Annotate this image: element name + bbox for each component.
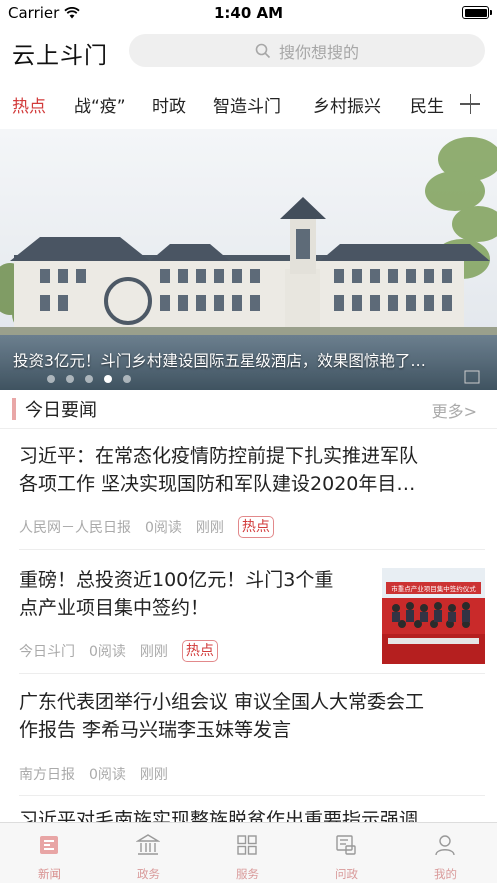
- thumbnail-banner-text: 市重点产业项目集中签约仪式: [391, 584, 476, 593]
- news-title-line: 重磅！总投资近100亿元！斗门3个重: [19, 569, 334, 591]
- search-input[interactable]: 搜你想搜的: [129, 34, 485, 67]
- news-reads: 0阅读: [145, 520, 182, 536]
- channel-tabs: 热点 战“疫” 时政 智造斗门 乡村振兴 民生: [0, 80, 497, 126]
- carousel-dot[interactable]: [66, 375, 74, 383]
- section-title: 今日要闻: [25, 400, 97, 421]
- status-time: 1:40 AM: [213, 4, 284, 22]
- nav-inquiry[interactable]: 问政: [297, 823, 396, 883]
- news-time: 刚刚: [195, 520, 224, 536]
- app-header: 云上斗门 搜你想搜的: [0, 26, 497, 78]
- hot-badge: 热点: [181, 640, 218, 662]
- banner-caption: 投资3亿元！斗门乡村建设国际五星级酒店，效果图惊艳了…: [13, 352, 426, 370]
- news-time: 刚刚: [139, 767, 168, 783]
- news-title-line: 广东代表团举行小组会议 审议全国人大常委会工: [19, 691, 425, 713]
- news-meta: 南方日报 0阅读 刚刚: [19, 764, 182, 784]
- divider: [19, 549, 485, 550]
- news-icon: [40, 836, 58, 854]
- search-placeholder: 搜你想搜的: [278, 42, 359, 62]
- news-reads: 0阅读: [89, 767, 126, 783]
- news-reads: 0阅读: [89, 644, 126, 660]
- section-header: 今日要闻 更多>: [0, 392, 497, 426]
- nav-label: 新闻: [38, 867, 61, 881]
- news-title-line: 点产业项目集中签约！: [19, 597, 210, 619]
- news-thumbnail: 市重点产业项目集中签约仪式: [382, 568, 485, 664]
- news-title-line: 各项工作 坚决实现国防和军队建设2020年目…: [19, 473, 416, 495]
- tab-politics[interactable]: 时政: [152, 92, 186, 117]
- carousel-dot[interactable]: [47, 375, 55, 383]
- section-accent-bar: [12, 398, 16, 420]
- news-title-line: 作报告 李希马兴瑞李玉妹等发言: [19, 719, 292, 741]
- tab-epidemic[interactable]: 战“疫”: [74, 92, 126, 117]
- hot-badge: 热点: [237, 516, 274, 538]
- app-title: 云上斗门: [12, 43, 108, 69]
- news-title-line: 习近平：在常态化疫情防控前提下扎实推进军队: [19, 445, 419, 467]
- nav-label: 服务: [236, 867, 259, 881]
- news-meta: 人民网－人民日报 0阅读 刚刚 热点: [19, 516, 288, 538]
- nav-label: 政务: [137, 867, 160, 881]
- tab-hot[interactable]: 热点: [12, 92, 46, 117]
- search-icon: [255, 43, 271, 58]
- news-source: 人民网－人民日报: [19, 520, 131, 536]
- news-source: 今日斗门: [19, 644, 75, 660]
- government-icon: [136, 834, 160, 855]
- divider: [19, 673, 485, 674]
- user-icon: [435, 835, 455, 856]
- banner-carousel[interactable]: 投资3亿元！斗门乡村建设国际五星级酒店，效果图惊艳了…: [0, 129, 497, 390]
- carousel-dot[interactable]: [123, 375, 131, 383]
- more-link[interactable]: 更多>: [432, 398, 477, 422]
- divider: [19, 795, 485, 796]
- grid-icon: [237, 835, 257, 855]
- nav-government[interactable]: 政务: [99, 823, 198, 883]
- nav-services[interactable]: 服务: [198, 823, 297, 883]
- news-time: 刚刚: [139, 644, 168, 660]
- tab-livelihood[interactable]: 民生: [410, 92, 444, 117]
- carousel-dot[interactable]: [85, 375, 93, 383]
- news-source: 南方日报: [19, 767, 75, 783]
- battery-icon: [462, 6, 492, 19]
- news-meta: 今日斗门 0阅读 刚刚 热点: [19, 640, 232, 662]
- tab-rural-revitalization[interactable]: 乡村振兴: [313, 92, 381, 117]
- inquiry-icon: [336, 835, 356, 855]
- divider: [0, 428, 497, 429]
- carousel-dot-active[interactable]: [104, 375, 112, 383]
- nav-label: 问政: [335, 867, 358, 881]
- status-bar: Carrier 1:40 AM: [0, 0, 497, 26]
- tab-smart-doumen[interactable]: 智造斗门: [213, 92, 281, 117]
- nav-label: 我的: [434, 867, 457, 881]
- nav-profile[interactable]: 我的: [396, 823, 495, 883]
- bottom-nav: 新闻 政务 服务 问政 我的: [0, 822, 497, 883]
- carousel-dots: [47, 375, 131, 383]
- add-channel-button[interactable]: [455, 90, 485, 118]
- nav-news[interactable]: 新闻: [0, 823, 99, 883]
